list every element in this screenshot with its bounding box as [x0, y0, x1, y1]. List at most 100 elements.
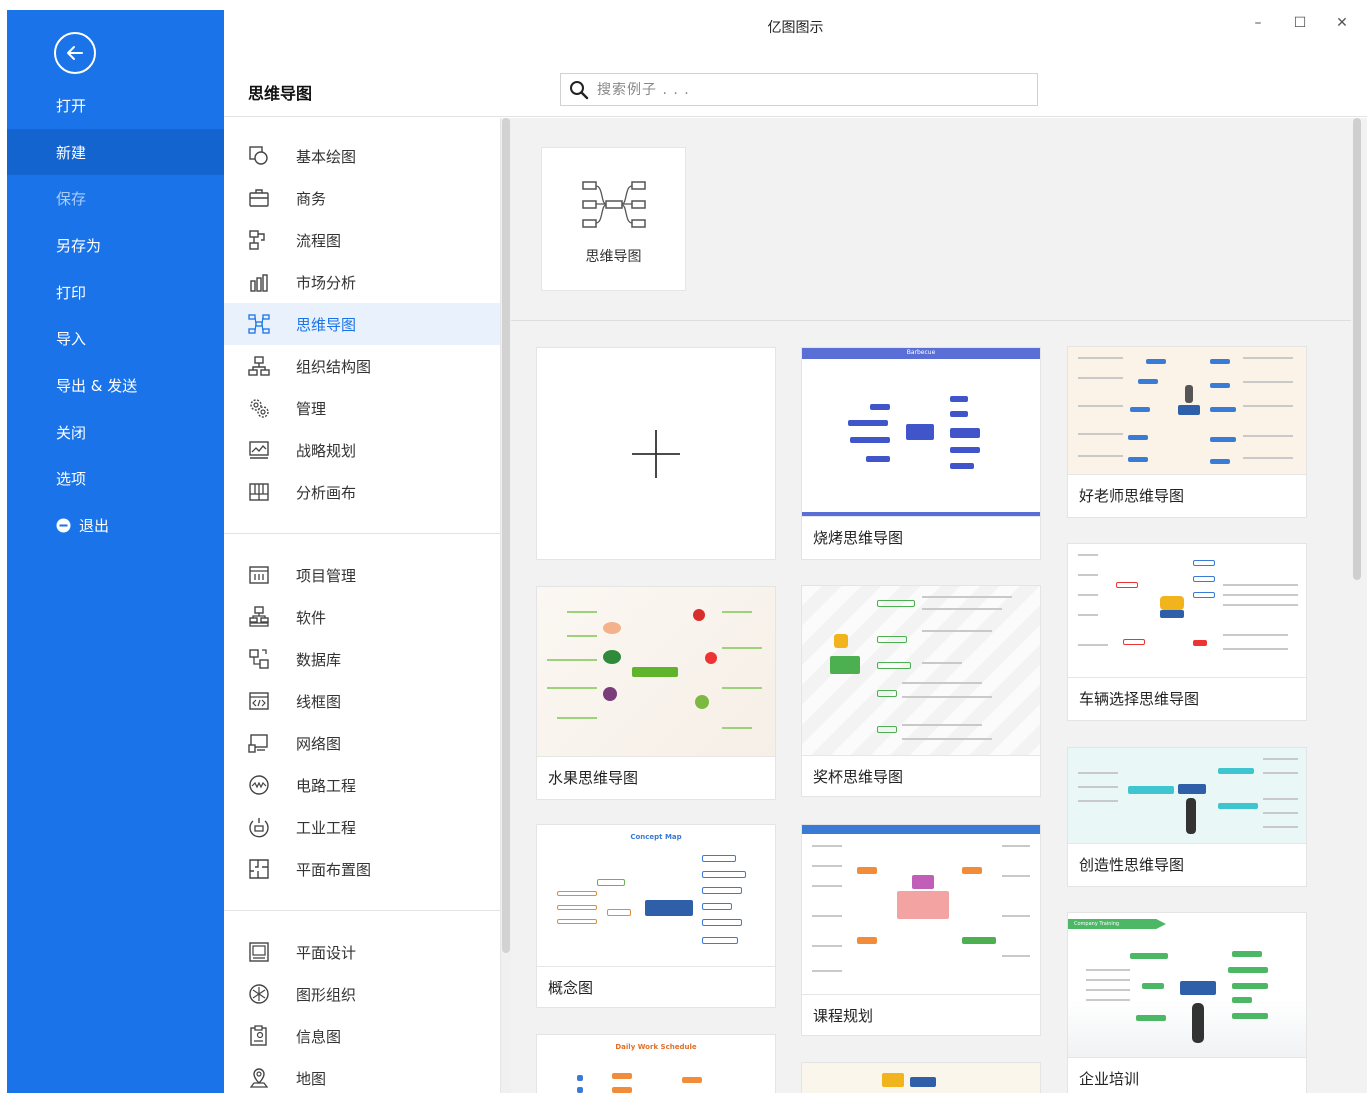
category-strategy[interactable]: 战略规划 [224, 429, 500, 471]
detail-line [1002, 875, 1030, 877]
menu-save-as[interactable]: 另存为 [7, 222, 224, 269]
new-blank-template[interactable] [536, 347, 776, 560]
diagram-type-mind-map[interactable]: 思维导图 [541, 147, 686, 291]
topic-node [962, 937, 996, 944]
detail-line [1086, 969, 1130, 971]
gallery-scrollbar[interactable] [1351, 118, 1367, 1093]
menu-close-label: 关闭 [56, 423, 87, 442]
template-card[interactable]: 创造性思维导图 [1067, 747, 1307, 887]
category-label: 项目管理 [296, 566, 357, 585]
menu-save[interactable]: 保存 [7, 175, 224, 222]
category-database[interactable]: 数据库 [224, 638, 500, 680]
category-graphic-organizer[interactable]: 图形组织 [224, 973, 500, 1015]
template-card[interactable]: 好老师思维导图 [1067, 346, 1307, 518]
topic-node [848, 420, 888, 426]
category-basic-drawing[interactable]: 基本绘图 [224, 135, 500, 177]
menu-save-as-label: 另存为 [56, 236, 102, 255]
minimize-icon[interactable]: – [1249, 14, 1267, 32]
category-wireframe[interactable]: 线框图 [224, 680, 500, 722]
topic-node [950, 396, 968, 402]
org-chart-icon [247, 354, 271, 378]
flowchart-icon [247, 228, 271, 252]
thumbnail-title: Concept Map [630, 833, 682, 841]
template-card[interactable]: Concept Map 概念图 [536, 824, 776, 1008]
search-box [560, 73, 1038, 106]
maximize-icon[interactable]: ☐ [1291, 14, 1309, 32]
category-infographic[interactable]: 信息图 [224, 1015, 500, 1057]
detail-line [812, 865, 842, 867]
menu-new[interactable]: 新建 [7, 128, 224, 176]
template-card[interactable]: Company Training 企业培训 [1067, 912, 1307, 1093]
template-card[interactable]: Daily Work Schedule [536, 1034, 776, 1093]
topic-node [607, 909, 631, 916]
category-network[interactable]: 网络图 [224, 722, 500, 764]
category-scrollbar[interactable] [501, 118, 511, 1093]
category-label: 商务 [296, 189, 327, 208]
detail-line [1086, 979, 1130, 981]
topic-node [557, 919, 597, 924]
topic-node [1210, 359, 1230, 364]
category-graphic-design[interactable]: 平面设计 [224, 931, 500, 973]
template-card[interactable]: Barbecue 烧烤思维导图 [801, 347, 1041, 560]
detail-line [1078, 644, 1108, 646]
category-project-management[interactable]: 项目管理 [224, 554, 500, 596]
branch-line [547, 659, 597, 661]
monitor-network-icon [247, 731, 271, 755]
template-card[interactable] [801, 1062, 1041, 1093]
category-industrial[interactable]: 工业工程 [224, 806, 500, 848]
central-node [1180, 981, 1216, 995]
category-circuit[interactable]: 电路工程 [224, 764, 500, 806]
category-analysis-canvas[interactable]: 分析画布 [224, 471, 500, 513]
detail-line [1263, 798, 1298, 800]
detail-line [812, 915, 842, 917]
menu-print[interactable]: 打印 [7, 269, 224, 316]
search-input[interactable] [597, 81, 1017, 98]
category-org-chart[interactable]: 组织结构图 [224, 345, 500, 387]
category-map[interactable]: 地图 [224, 1057, 500, 1093]
canvas-grid-icon [247, 480, 271, 504]
menu-exit[interactable]: 退出 [7, 502, 224, 549]
topic-node [702, 887, 742, 894]
template-card[interactable]: 水果思维导图 [536, 586, 776, 800]
gauge-icon [247, 815, 271, 839]
category-mind-map[interactable]: 思维导图 [224, 303, 500, 345]
megaphone-shape [882, 1073, 904, 1087]
topic-node [702, 855, 736, 862]
central-node [632, 667, 678, 677]
scrollbar-thumb[interactable] [1353, 118, 1361, 580]
category-floor-plan[interactable]: 平面布置图 [224, 848, 500, 890]
template-card[interactable]: 车辆选择思维导图 [1067, 543, 1307, 721]
menu-export-send[interactable]: 导出 & 发送 [7, 362, 224, 409]
menu-print-label: 打印 [56, 283, 87, 302]
menu-open[interactable]: 打开 [7, 82, 224, 129]
thumbnail-title: Company Training [1074, 921, 1120, 927]
category-label: 分析画布 [296, 483, 357, 502]
template-name: 车辆选择思维导图 [1079, 690, 1200, 708]
detail-line [1078, 433, 1123, 435]
category-market-analysis[interactable]: 市场分析 [224, 261, 500, 303]
template-card[interactable]: 奖杯思维导图 [801, 585, 1041, 797]
menu-options[interactable]: 选项 [7, 456, 224, 503]
topic-node [1210, 459, 1230, 464]
menu-import[interactable]: 导入 [7, 315, 224, 362]
branch-line [722, 727, 752, 729]
branch-line [722, 611, 752, 613]
category-software[interactable]: 软件 [224, 596, 500, 638]
category-business[interactable]: 商务 [224, 177, 500, 219]
detail-line [922, 596, 1012, 598]
close-icon[interactable]: ✕ [1333, 14, 1351, 32]
menu-close[interactable]: 关闭 [7, 409, 224, 456]
infographic-icon [247, 1024, 271, 1048]
detail-line [1243, 357, 1293, 359]
template-name: 创造性思维导图 [1079, 856, 1185, 874]
category-flowchart[interactable]: 流程图 [224, 219, 500, 261]
central-node [897, 891, 949, 919]
page-title: 思维导图 [248, 84, 313, 103]
category-label: 流程图 [296, 231, 342, 250]
template-card[interactable]: 课程规划 [801, 824, 1041, 1036]
scrollbar-thumb[interactable] [502, 118, 510, 953]
category-label: 软件 [296, 608, 327, 627]
detail-line [1078, 377, 1123, 379]
back-arrow-icon[interactable] [54, 32, 96, 74]
category-management[interactable]: 管理 [224, 387, 500, 429]
